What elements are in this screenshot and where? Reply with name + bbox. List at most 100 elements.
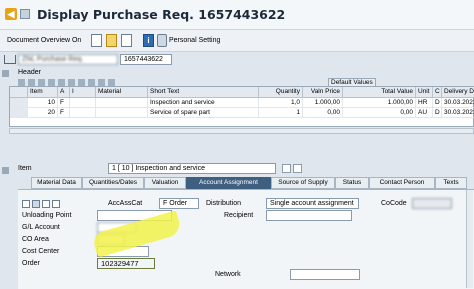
grid-tool-icon[interactable]	[58, 79, 65, 86]
grid-tool-icon[interactable]	[88, 79, 95, 86]
grid-tool-icon[interactable]	[48, 79, 55, 86]
order-field[interactable]: 102329477	[97, 258, 155, 269]
column-header[interactable]: Item	[28, 87, 58, 98]
unloading-point-label: Unloading Point	[22, 212, 72, 219]
cocode-field[interactable]	[412, 198, 452, 209]
grid-tool-icon[interactable]	[108, 79, 115, 86]
grid-tool-icon[interactable]	[38, 79, 45, 86]
grid-tool-icon[interactable]	[78, 79, 85, 86]
tab-status[interactable]: Status	[335, 177, 369, 189]
list-icon[interactable]	[32, 200, 40, 208]
table-cell[interactable]: HR	[416, 98, 433, 108]
tab-account-assignment[interactable]: Account Assignment	[186, 177, 271, 189]
edit-pencil-icon[interactable]	[121, 34, 132, 47]
table-cell[interactable]: 1.000,00	[343, 98, 416, 108]
column-header[interactable]: C	[433, 87, 442, 98]
items-table: Item A I Material Short Text Quantity Va…	[9, 86, 474, 127]
network-field[interactable]	[290, 269, 360, 280]
application-toolbar: Document Overview On i Personal Setting	[0, 30, 474, 52]
gl-account-label: G/L Account	[22, 224, 60, 231]
table-cell[interactable]	[96, 98, 148, 108]
grid-tool-icon[interactable]	[68, 79, 75, 86]
multiple-assignment-icon[interactable]	[22, 200, 30, 208]
column-header[interactable]: A	[58, 87, 70, 98]
table-cell[interactable]	[70, 98, 96, 108]
grid-tool-icon[interactable]	[28, 79, 35, 86]
cost-center-label: Cost Center	[22, 248, 60, 255]
default-values-button[interactable]: Default Values	[328, 78, 376, 87]
tab-valuation[interactable]: Valuation	[144, 177, 186, 189]
column-header[interactable]: Quantity	[259, 87, 303, 98]
info-icon[interactable]: i	[143, 34, 154, 47]
tab-quantities-dates[interactable]: Quantities/Dates	[82, 177, 144, 189]
recipient-label: Recipient	[224, 212, 254, 219]
personal-setting-icon[interactable]	[157, 34, 167, 47]
network-label: Network	[215, 271, 241, 278]
vertical-scrollbar[interactable]	[466, 190, 473, 288]
tab-source-of-supply[interactable]: Source of Supply	[271, 177, 335, 189]
table-cell[interactable]: 10	[28, 98, 58, 108]
new-document-icon[interactable]	[91, 34, 102, 47]
cart-icon	[4, 55, 16, 64]
column-header[interactable]: Delivery Date	[442, 87, 474, 98]
table-cell[interactable]: 20	[28, 108, 58, 118]
document-number-field[interactable]: 1657443622	[120, 54, 172, 65]
table-cell[interactable]: 0,00	[343, 108, 416, 118]
tab-material-data[interactable]: Material Data	[31, 177, 82, 189]
delete-icon[interactable]	[52, 200, 60, 208]
tab-texts[interactable]: Texts	[435, 177, 467, 189]
column-header[interactable]: Material	[96, 87, 148, 98]
title-bar: ◀ Display Purchase Req. 1657443622	[0, 0, 474, 30]
order-label: Order	[22, 260, 40, 267]
column-header[interactable]: Short Text	[148, 87, 259, 98]
table-cell[interactable]: 1	[259, 108, 303, 118]
item-next-icon[interactable]	[293, 164, 302, 173]
grid-tool-icon[interactable]	[98, 79, 105, 86]
table-cell[interactable]: 30.03.2021	[442, 108, 474, 118]
row-selector[interactable]	[10, 108, 28, 118]
column-header[interactable]: Total Value	[343, 87, 416, 98]
item-prev-icon[interactable]	[282, 164, 291, 173]
detail-icon[interactable]	[42, 200, 50, 208]
table-cell[interactable]: F	[58, 98, 70, 108]
row-selector[interactable]	[10, 98, 28, 108]
header-expand-icon[interactable]	[2, 70, 9, 77]
item-select[interactable]: 1 [ 10 ] Inspection and service	[108, 163, 276, 174]
column-header[interactable]: Unit	[416, 87, 433, 98]
table-cell[interactable]: 1,0	[259, 98, 303, 108]
recipient-field[interactable]	[266, 210, 352, 221]
header-section-label: Header	[18, 69, 41, 76]
table-cell[interactable]: Service of spare part	[148, 108, 259, 118]
acc-ass-cat-select[interactable]: F Order	[159, 198, 199, 209]
distribution-label: Distribution	[206, 200, 242, 207]
tab-contact-person[interactable]: Contact Person	[369, 177, 435, 189]
item-expand-icon[interactable]	[2, 167, 9, 174]
table-cell[interactable]: AU	[416, 108, 433, 118]
open-folder-icon[interactable]	[106, 34, 117, 47]
document-type-select[interactable]: ZNL Purchase Req.	[18, 54, 118, 65]
table-cell[interactable]: 30.03.2021	[442, 98, 474, 108]
distribution-select[interactable]: Single account assignment	[266, 198, 359, 209]
grid-horizontal-scrollbar[interactable]	[9, 128, 474, 134]
back-arrow-icon[interactable]: ◀	[5, 8, 17, 20]
table-cell[interactable]	[70, 108, 96, 118]
row-selector-header[interactable]	[10, 87, 28, 98]
table-cell[interactable]: Inspection and service	[148, 98, 259, 108]
document-overview-button[interactable]: Document Overview On	[7, 37, 81, 44]
table-cell[interactable]: D	[433, 108, 442, 118]
table-cell[interactable]: 1.000,00	[303, 98, 343, 108]
item-section-label: Item	[18, 165, 32, 172]
table-cell[interactable]: F	[58, 108, 70, 118]
table-cell[interactable]: D	[433, 98, 442, 108]
personal-setting-button[interactable]: Personal Setting	[169, 37, 220, 44]
column-header[interactable]: Valn Price	[303, 87, 343, 98]
window-title: Display Purchase Req. 1657443622	[37, 7, 286, 22]
grid-tool-icon[interactable]	[18, 79, 25, 86]
acc-ass-cat-label: AccAssCat	[108, 200, 143, 207]
cocode-label: CoCode	[381, 200, 407, 207]
column-header[interactable]: I	[70, 87, 96, 98]
co-area-label: CO Area	[22, 236, 49, 243]
exit-icon[interactable]	[20, 9, 30, 19]
table-cell[interactable]	[96, 108, 148, 118]
table-cell[interactable]: 0,00	[303, 108, 343, 118]
